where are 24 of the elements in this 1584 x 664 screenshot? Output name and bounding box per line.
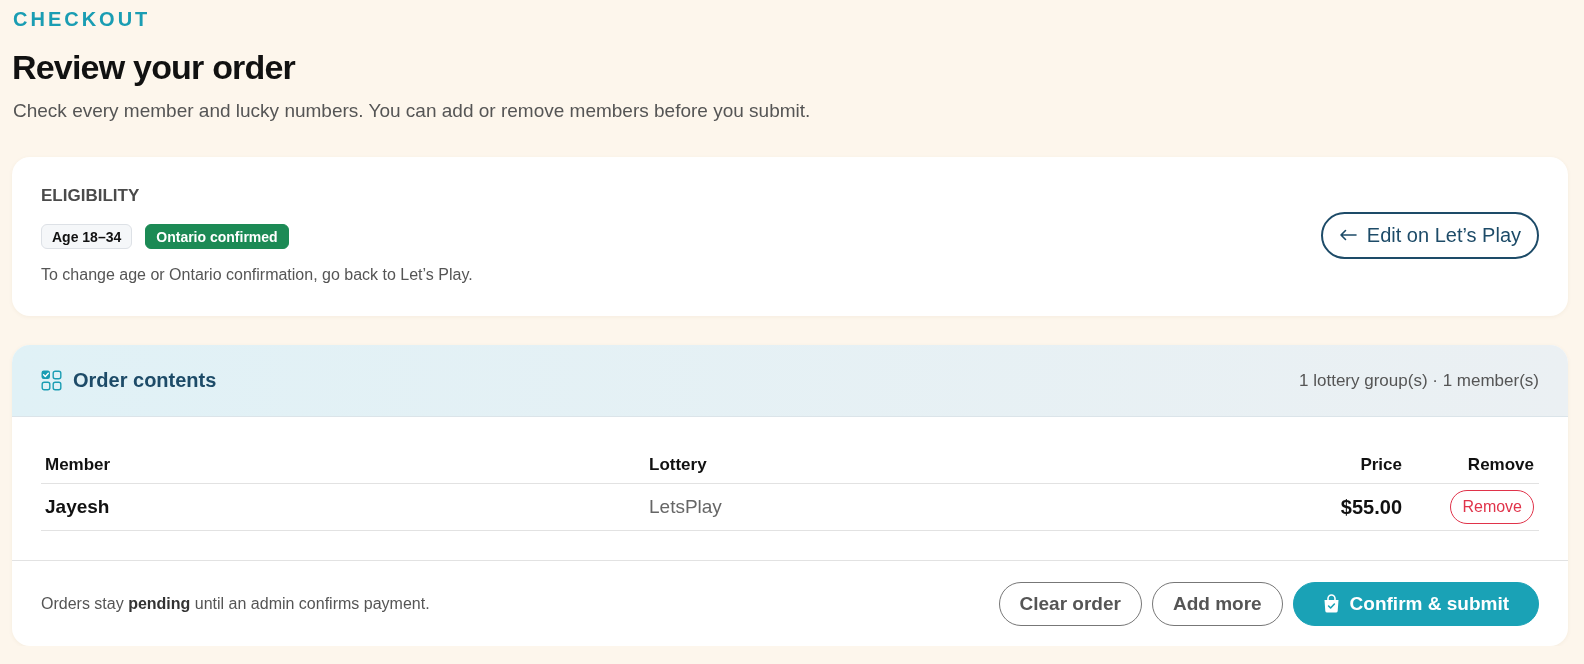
- eligibility-note: To change age or Ontario confirmation, go back to Let’s Play.: [41, 265, 473, 285]
- remove-button[interactable]: Remove: [1450, 490, 1534, 524]
- section-label: ELIGIBILITY: [41, 185, 140, 207]
- status-badge: Ontario confirmed: [145, 224, 289, 249]
- price-value: $55.00: [1340, 495, 1402, 519]
- edit-button[interactable]: Edit on Let’s Play: [1320, 211, 1539, 259]
- eyebrow-label: CHECKOUT: [12, 7, 151, 32]
- column-header: Price: [1257, 447, 1407, 484]
- column-header: Remove: [1407, 447, 1539, 484]
- footer-note: Orders stay pending until an admin confirms payment.: [41, 594, 430, 613]
- page-title: Review your order: [12, 47, 296, 88]
- shopping-bag-icon: [1322, 594, 1340, 613]
- grid-check-icon: [41, 370, 62, 391]
- column-header: Member: [41, 447, 645, 484]
- column-header: Lottery: [645, 447, 1257, 484]
- secondary-button[interactable]: Clear order: [998, 581, 1142, 626]
- lottery-name: LetsPlay: [649, 496, 722, 518]
- info-badge: Age 18–34: [41, 224, 133, 249]
- order-summary: 1 lottery group(s) · 1 member(s): [1299, 370, 1539, 391]
- order-title: Order contents: [73, 369, 217, 392]
- member-name: Jayesh: [45, 496, 110, 518]
- secondary-button[interactable]: Add more: [1151, 581, 1283, 626]
- arrow-left-icon: [1338, 229, 1357, 241]
- page-subtitle: Check every member and lucky numbers. You can add or remove members before you submit.: [13, 99, 811, 123]
